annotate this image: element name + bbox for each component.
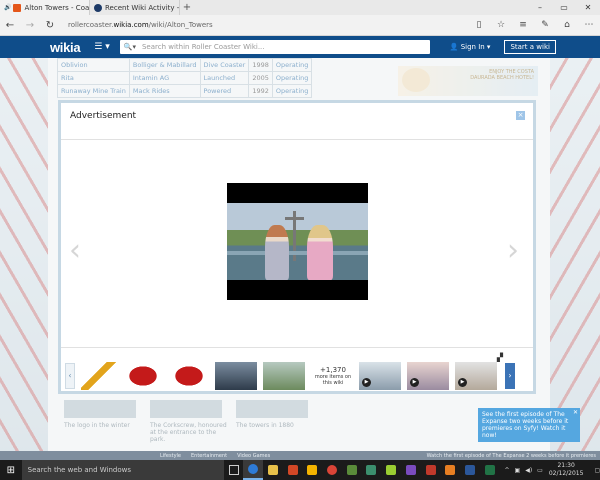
chrome-icon[interactable]	[322, 460, 342, 480]
windows-start-icon[interactable]: ⊞	[0, 465, 22, 476]
video-frame	[227, 203, 368, 280]
forward-icon[interactable]: →	[20, 20, 40, 31]
volume-icon[interactable]: ◀)	[525, 467, 532, 474]
app-icon[interactable]	[421, 460, 441, 480]
divider	[61, 139, 533, 140]
wikia-logo[interactable]: wikia	[50, 40, 81, 55]
task-view-icon[interactable]	[224, 460, 244, 480]
edge-app-icon[interactable]	[243, 460, 264, 480]
minimize-icon[interactable]: –	[528, 0, 552, 15]
play-icon: ▶	[410, 378, 419, 387]
next-arrow-icon[interactable]: ›	[507, 233, 519, 268]
carousel-video-thumb[interactable]: ▶	[359, 362, 401, 390]
search-placeholder: Search within Roller Coaster Wiki...	[141, 43, 265, 51]
wikia-favicon-icon	[13, 3, 22, 12]
start-wiki-button[interactable]: Start a wiki	[504, 40, 556, 54]
more-icon[interactable]: ⋯	[578, 20, 600, 30]
video-person	[307, 225, 333, 280]
carousel-next-button[interactable]: ›	[505, 363, 515, 389]
tab-recent-wiki-activity[interactable]: Recent Wiki Activity - Wikia	[90, 0, 180, 15]
sign-in-link[interactable]: 👤 Sign In ▾	[450, 43, 491, 51]
file-explorer-icon[interactable]	[263, 460, 283, 480]
taskbar-search[interactable]: Search the web and Windows	[21, 460, 224, 480]
carousel-thumb[interactable]	[81, 362, 117, 390]
modal-title: Advertisement	[70, 111, 137, 121]
tab-alton-towers[interactable]: 🔊 Alton Towers - Coas ✕	[0, 0, 90, 15]
toast-text: See the first episode of The Expanse two…	[482, 411, 569, 439]
app-icon[interactable]	[362, 460, 382, 480]
share-icon[interactable]: ⌂	[556, 20, 578, 30]
browser-tools: ▯ ☆ ≡ ✎ ⌂ ⋯	[468, 20, 600, 30]
notifications-icon[interactable]: ▢	[594, 467, 600, 474]
speaker-icon: 🔊	[4, 4, 12, 11]
windows-taskbar: ⊞ Search the web and Windows ^ ▣ ◀) ▭ 21…	[0, 460, 600, 480]
wiki-search-input[interactable]: 🔍▾ Search within Roller Coaster Wiki...	[119, 40, 430, 54]
hub-icon[interactable]: ≡	[512, 20, 534, 30]
media-carousel: ‹ +1,370 more items on this wiki ▶ ▶ ▶ ›	[65, 359, 529, 393]
network-icon[interactable]: ▣	[515, 467, 521, 474]
play-icon: ▶	[362, 378, 371, 387]
video-player[interactable]	[227, 183, 368, 300]
app-icon[interactable]	[381, 460, 401, 480]
carousel-thumb[interactable]	[123, 362, 163, 390]
more-items-count[interactable]: +1,370 more items on this wiki	[313, 366, 353, 386]
previous-arrow-icon[interactable]: ‹	[69, 233, 81, 268]
tray-chevron-icon[interactable]: ^	[505, 467, 510, 474]
wikia-header: wikia ☰ ▾ 🔍▾ Search within Roller Coaste…	[0, 36, 600, 58]
carousel-video-thumb[interactable]: ▶	[407, 362, 449, 390]
clock-date: 02/12/2015	[548, 470, 584, 477]
address-bar: ← → ↻ rollercoaster.wikia.com/wiki/Alton…	[0, 15, 600, 36]
new-tab-button[interactable]: +	[180, 0, 194, 15]
advertisement-modal: Advertisement × ‹ › ▞ ‹ +1,370 more item…	[58, 100, 536, 394]
maximize-icon[interactable]: ▭	[552, 0, 576, 15]
tab-bar: 🔊 Alton Towers - Coas ✕ Recent Wiki Acti…	[0, 0, 600, 15]
video-scene-crossbar	[285, 217, 304, 220]
clock-time: 21:30	[557, 462, 575, 469]
divider	[61, 347, 533, 348]
drive-icon[interactable]	[302, 460, 322, 480]
favorite-star-icon[interactable]: ☆	[490, 20, 512, 30]
system-tray: ^ ▣ ◀) ▭ 21:30 02/12/2015 ▢	[500, 462, 600, 478]
reading-view-icon[interactable]: ▯	[468, 20, 490, 30]
carousel-video-thumb[interactable]: ▶	[455, 362, 497, 390]
excel-icon[interactable]	[480, 460, 500, 480]
window-controls: – ▭ ✕	[528, 0, 600, 15]
play-icon: ▶	[458, 378, 467, 387]
url-field[interactable]: rollercoaster.wikia.com/wiki/Alton_Tower…	[68, 21, 468, 29]
search-icon: 🔍▾	[123, 43, 136, 51]
wikia-favicon-icon	[94, 3, 102, 12]
close-toast-icon[interactable]: ✕	[573, 409, 578, 416]
tab-label: Recent Wiki Activity - Wikia	[105, 3, 180, 12]
close-window-icon[interactable]: ✕	[576, 0, 600, 15]
url-prefix: rollercoaster.	[68, 21, 114, 29]
back-icon[interactable]: ←	[0, 20, 20, 31]
tab-label: Alton Towers - Coas	[24, 3, 90, 12]
url-domain: wikia.com	[113, 21, 149, 29]
more-count: +1,370	[320, 366, 346, 374]
keyboard-icon[interactable]: ▭	[537, 467, 543, 474]
close-modal-button[interactable]: ×	[516, 111, 525, 120]
carousel-prev-button[interactable]: ‹	[65, 363, 75, 389]
carousel-thumb[interactable]	[263, 362, 305, 390]
word-icon[interactable]	[460, 460, 480, 480]
powerpoint-icon[interactable]	[283, 460, 303, 480]
video-scene-railing	[227, 251, 368, 255]
app-icon[interactable]	[401, 460, 421, 480]
sign-in-label: Sign In	[460, 43, 485, 51]
app-icon[interactable]	[440, 460, 460, 480]
minecraft-icon[interactable]	[342, 460, 362, 480]
carousel-thumb[interactable]	[215, 362, 257, 390]
video-person	[265, 225, 289, 280]
menu-hamburger-icon[interactable]: ☰ ▾	[94, 42, 109, 52]
user-icon: 👤	[449, 43, 461, 51]
more-label: more items on this wiki	[314, 374, 352, 386]
web-note-icon[interactable]: ✎	[534, 20, 556, 30]
carousel-thumb[interactable]	[169, 362, 209, 390]
promo-toast[interactable]: ✕ See the first episode of The Expanse t…	[478, 408, 580, 442]
refresh-icon[interactable]: ↻	[40, 20, 60, 31]
url-path: /wiki/Alton_Towers	[148, 21, 213, 29]
taskbar-clock[interactable]: 21:30 02/12/2015	[549, 462, 584, 478]
